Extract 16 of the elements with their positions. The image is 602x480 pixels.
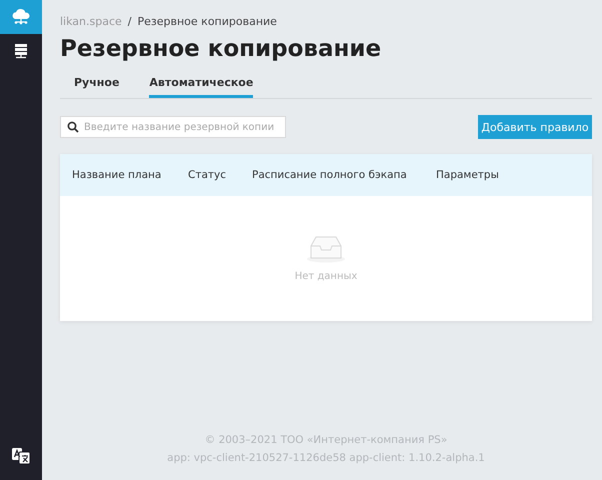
cloud-icon <box>11 9 31 25</box>
column-header: Статус <box>187 169 227 181</box>
page-title: Резервное копирование <box>60 36 382 62</box>
breadcrumb-separator: / <box>128 15 132 28</box>
tab[interactable]: Автоматическое <box>149 76 254 98</box>
search-field[interactable]: Введите название резервной копии <box>60 116 286 138</box>
tab[interactable]: Ручное <box>74 76 120 98</box>
server-icon <box>13 43 29 59</box>
empty-inbox-icon <box>306 235 346 263</box>
column-header: Параметры <box>435 169 499 181</box>
column-header: Расписание полного бэкапа <box>251 169 408 181</box>
empty-message: Нет данных <box>294 271 358 282</box>
column-header: Название плана <box>71 169 162 181</box>
translate-icon <box>11 447 31 465</box>
search-icon <box>67 121 79 133</box>
breadcrumb-current: Резервное копирование <box>138 15 277 28</box>
